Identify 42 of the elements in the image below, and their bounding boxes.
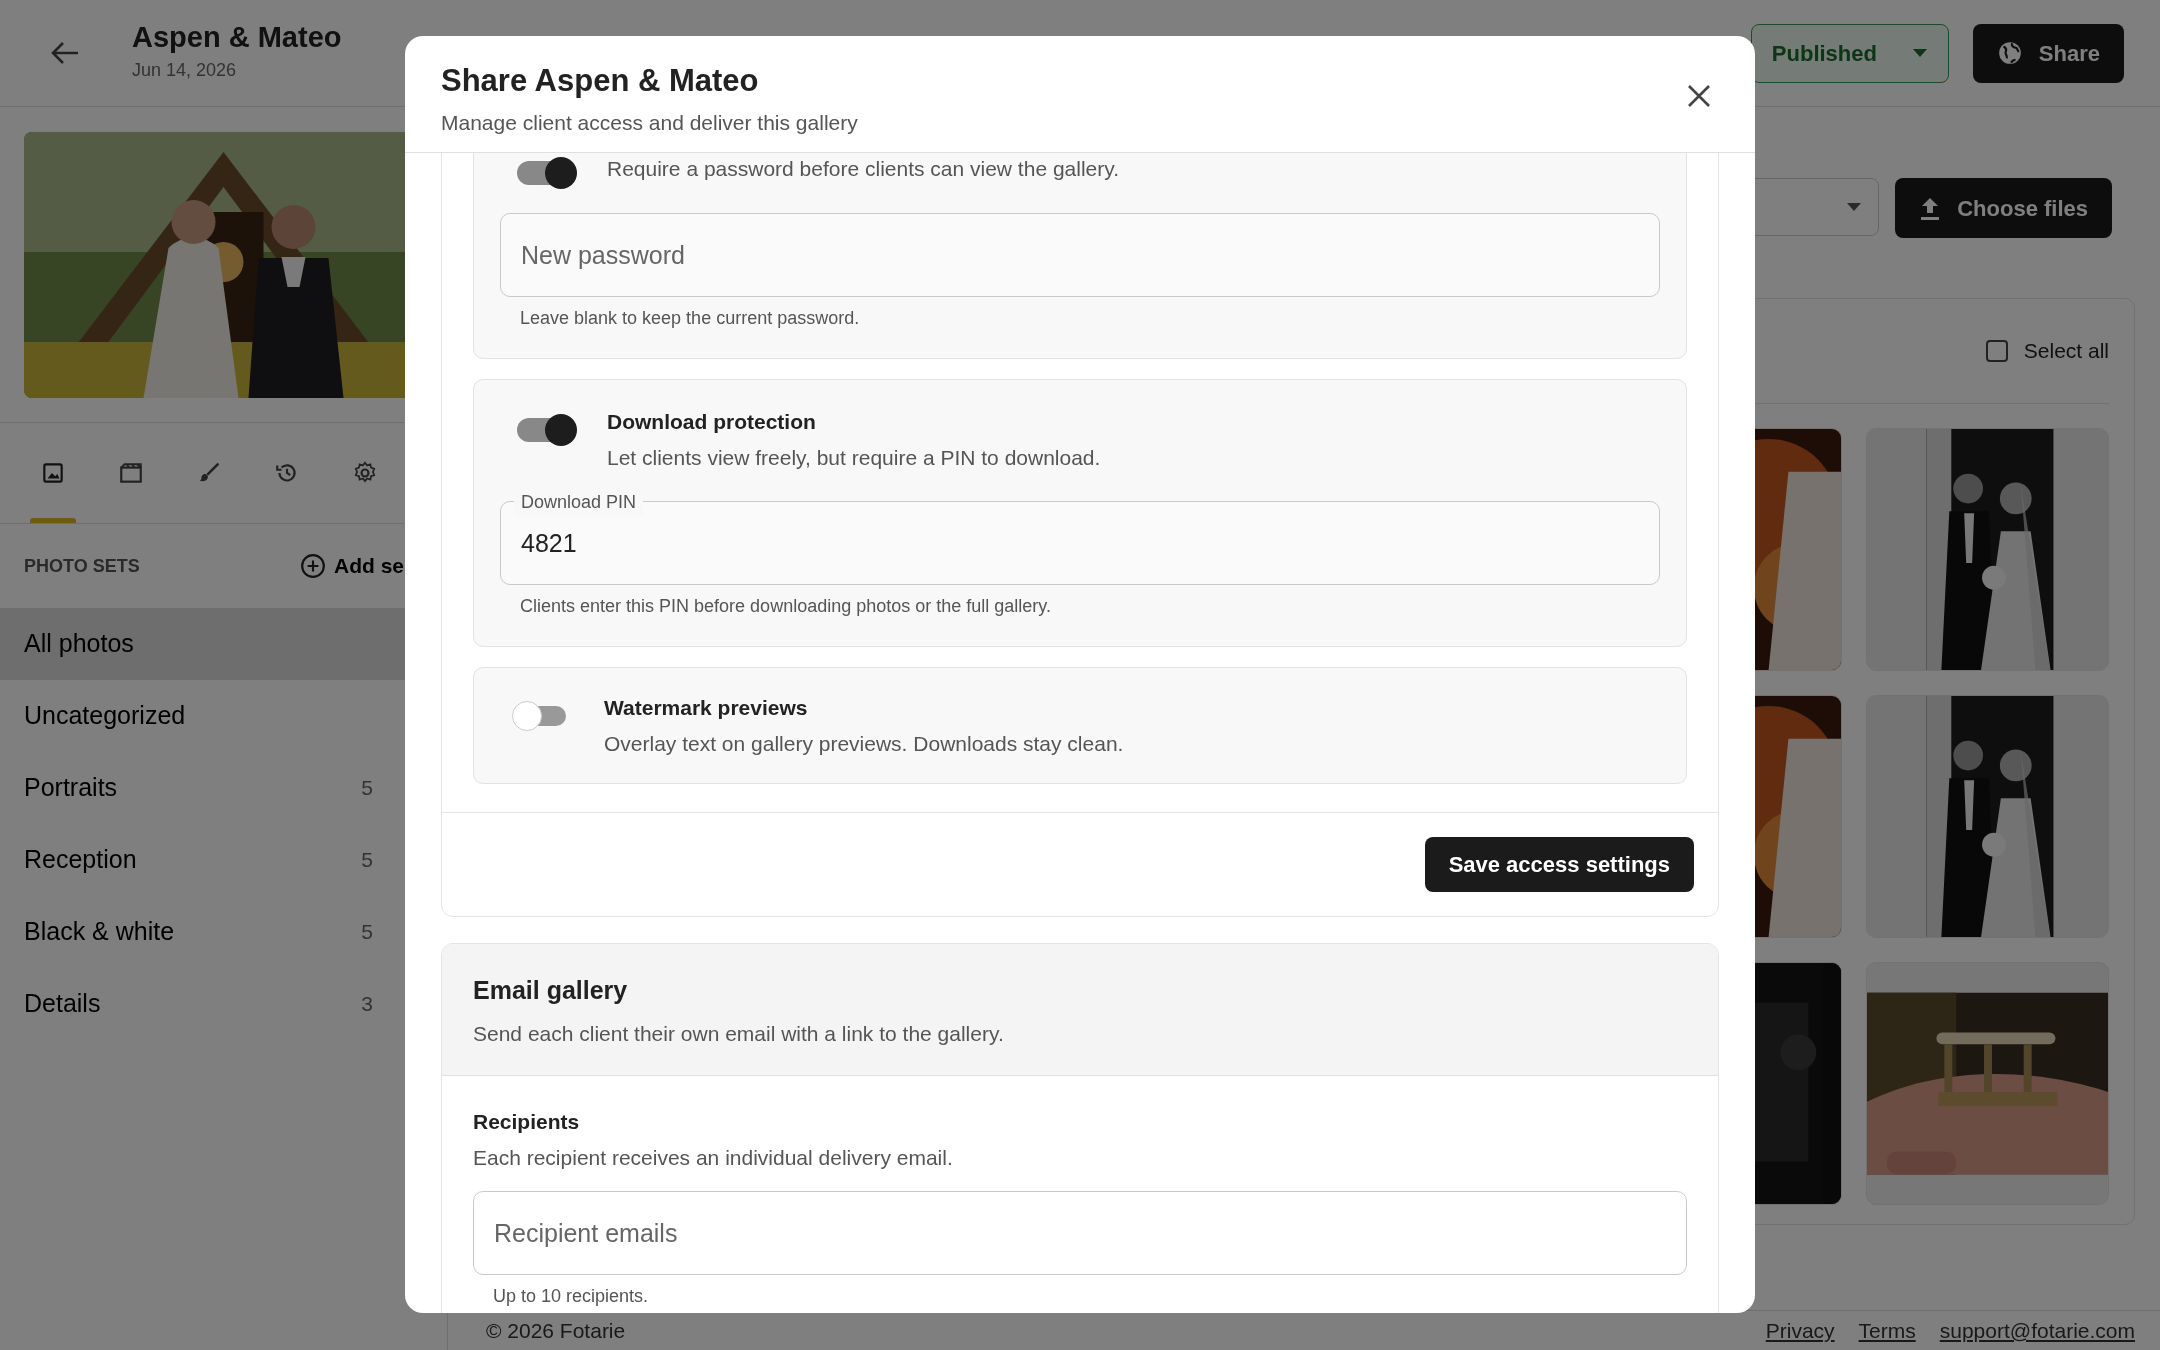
image-icon — [40, 460, 66, 486]
caret-icon — [1846, 202, 1863, 212]
field-hint: Leave blank to keep the current password. — [520, 307, 861, 330]
recipients-title: Recipients — [473, 1109, 581, 1135]
footer-link[interactable]: Privacy — [1765, 1314, 1835, 1347]
footer-link[interactable]: support@fotarie.com — [1939, 1314, 2135, 1347]
caret-icon — [1911, 48, 1928, 58]
field-hint: Clients enter this PIN before downloading photos or the full gallery. — [520, 595, 1052, 618]
section-label: PHOTO SETS — [24, 554, 140, 578]
toggle-switch[interactable] — [517, 157, 577, 189]
modal-subtitle: Manage client access and deliver this gallery — [441, 109, 858, 136]
setting-description: Require a password before clients can view the gallery. — [607, 156, 1120, 182]
plus-circle-icon — [300, 553, 326, 579]
choose-files-button[interactable]: Choose files — [1895, 178, 2112, 238]
globe-icon — [1996, 40, 2023, 66]
select-all-label: Select all — [2023, 338, 2109, 365]
section-description: Send each client their own email with a link to the gallery. — [473, 1020, 1005, 1047]
copyright-text: © 2026 Fotarie — [486, 1317, 626, 1344]
field-hint: Up to 10 recipients. — [493, 1285, 650, 1308]
back-arrow-icon[interactable] — [50, 40, 80, 66]
toggle-switch[interactable] — [512, 700, 568, 732]
close-icon — [1687, 84, 1711, 109]
add-set-button[interactable]: Add se — [300, 550, 404, 582]
gallery-date: Jun 14, 2026 — [132, 59, 238, 83]
recipient-emails-field[interactable]: Recipient emails — [473, 1191, 1687, 1275]
setting-title: Download protection — [607, 409, 817, 435]
upload-icon — [1919, 196, 1942, 220]
share-button[interactable]: Share — [1972, 23, 2124, 83]
section-title: Email gallery — [473, 975, 629, 1006]
setting-description: Let clients view freely, but require a PIN to download. — [607, 444, 1101, 471]
setting-description: Overlay text on gallery previews. Downloads stay clean. — [604, 730, 1124, 757]
clapperboard-icon — [118, 460, 144, 486]
gallery-title: Aspen & Mateo — [132, 21, 342, 54]
save-access-settings-button[interactable]: Save access settings — [1424, 837, 1694, 892]
recipients-description: Each recipient receives an individual delivery email. — [473, 1144, 954, 1171]
select-all-checkbox[interactable] — [1985, 340, 2008, 362]
footer-link[interactable]: Terms — [1858, 1314, 1916, 1347]
toggle-switch[interactable] — [517, 414, 577, 446]
modal-title: Share Aspen & Mateo — [441, 62, 760, 100]
status-dropdown[interactable]: Published — [1750, 23, 1949, 83]
setting-title: Watermark previews — [604, 695, 809, 721]
password-field[interactable]: New password — [500, 213, 1660, 297]
